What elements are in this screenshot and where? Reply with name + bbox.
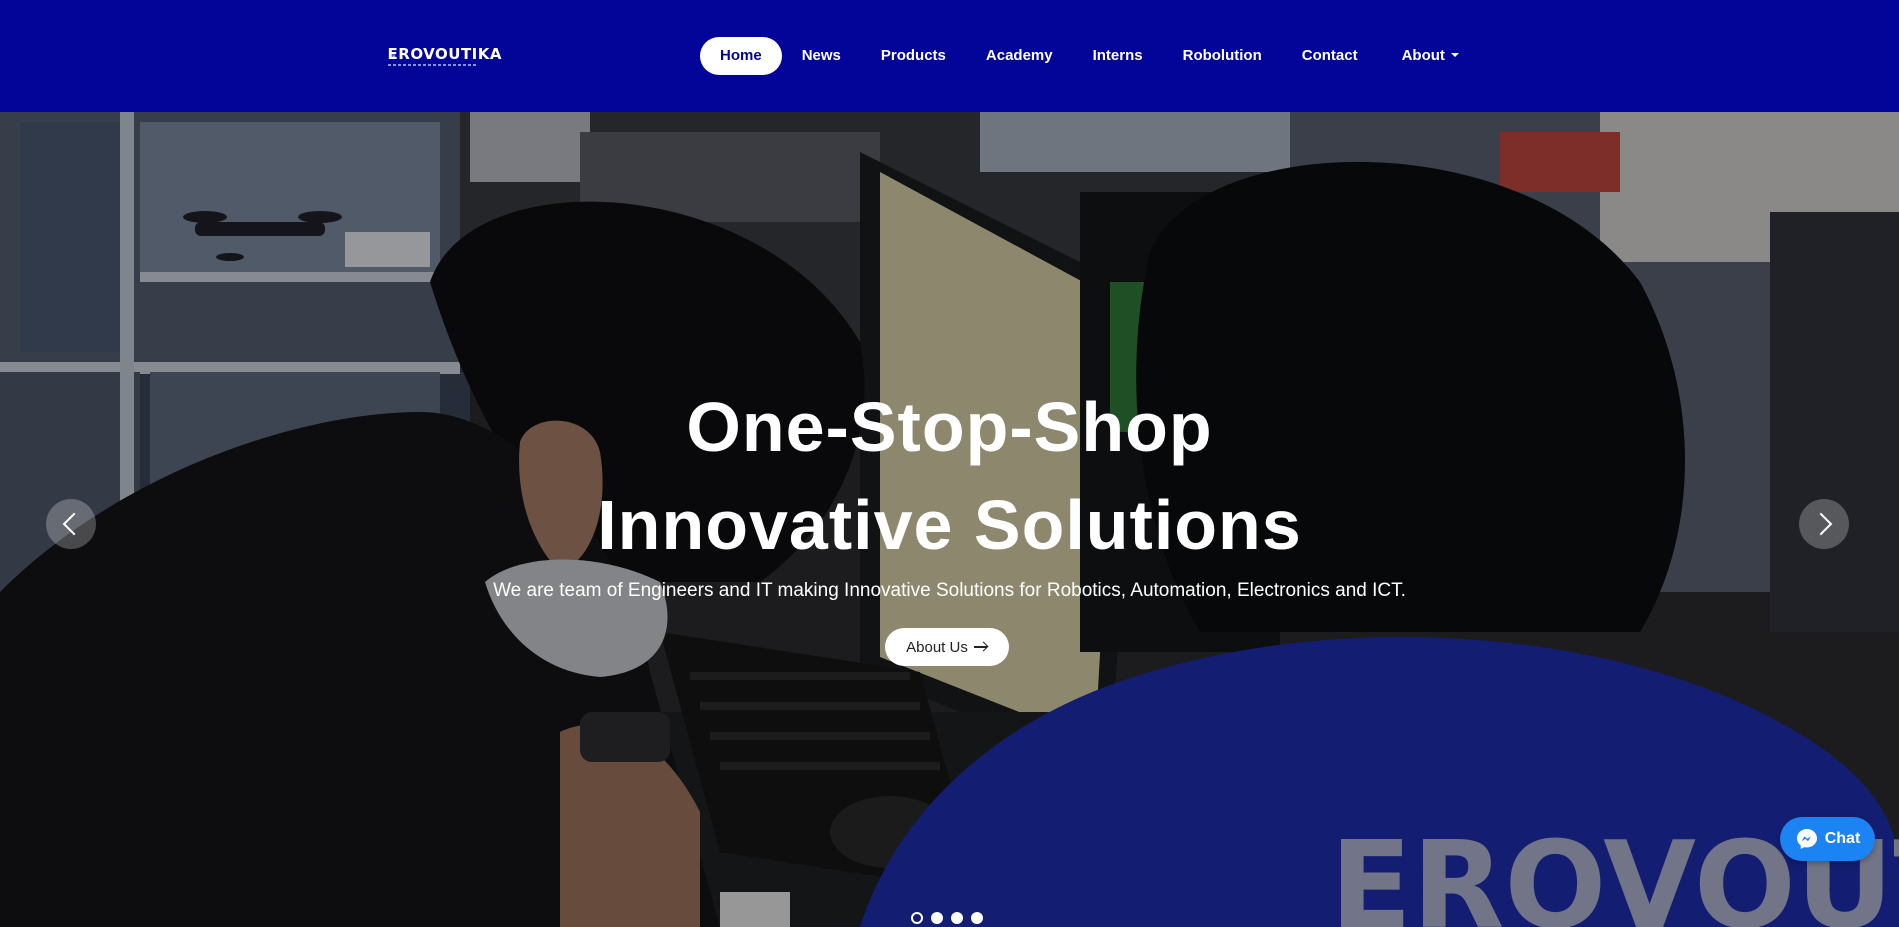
about-us-button[interactable]: About Us <box>885 628 1009 666</box>
chevron-right-icon <box>1809 512 1833 536</box>
main-nav: Home News Products Academy Interns Robol… <box>700 37 1479 75</box>
top-navbar: E EROVOUTIKA Home News Products Academy … <box>0 0 1899 112</box>
nav-robolution[interactable]: Robolution <box>1163 37 1282 75</box>
nav-interns[interactable]: Interns <box>1073 37 1163 75</box>
nav-about-dropdown[interactable]: About <box>1382 37 1479 75</box>
messenger-icon <box>1796 829 1817 849</box>
nav-home[interactable]: Home <box>700 37 782 75</box>
nav-news[interactable]: News <box>782 37 861 75</box>
carousel-dot-2[interactable] <box>931 912 943 924</box>
about-us-label: About Us <box>906 638 968 656</box>
nav-academy[interactable]: Academy <box>966 37 1073 75</box>
chevron-left-icon <box>62 512 86 536</box>
carousel-dot-3[interactable] <box>951 912 963 924</box>
hero-title-line-2: Innovative Solutions <box>597 486 1302 564</box>
brand-name: EROVOUTIKA <box>387 44 502 63</box>
nav-about-label: About <box>1401 47 1445 64</box>
hero-subtitle: We are team of Engineers and IT making I… <box>493 580 1406 601</box>
hero-title-line-1: One-Stop-Shop <box>686 388 1213 466</box>
carousel-dot-1[interactable] <box>911 912 923 924</box>
chat-label: Chat <box>1824 830 1861 847</box>
carousel-indicators <box>911 912 983 924</box>
carousel-dot-4[interactable] <box>971 912 983 924</box>
arrow-right-icon <box>973 642 988 652</box>
brand-logo[interactable]: E EROVOUTIKA <box>387 32 502 80</box>
nav-contact[interactable]: Contact <box>1282 37 1378 75</box>
hero-carousel: EROVOUTIKA One-Stop-Shop Innovative Solu… <box>0 112 1899 927</box>
brand-tagline-decoration <box>387 63 478 66</box>
caret-down-icon <box>1450 52 1459 57</box>
carousel-next-button[interactable] <box>1799 499 1849 549</box>
messenger-chat-button[interactable]: Chat <box>1780 817 1875 861</box>
nav-products[interactable]: Products <box>861 37 966 75</box>
carousel-prev-button[interactable] <box>46 499 96 549</box>
